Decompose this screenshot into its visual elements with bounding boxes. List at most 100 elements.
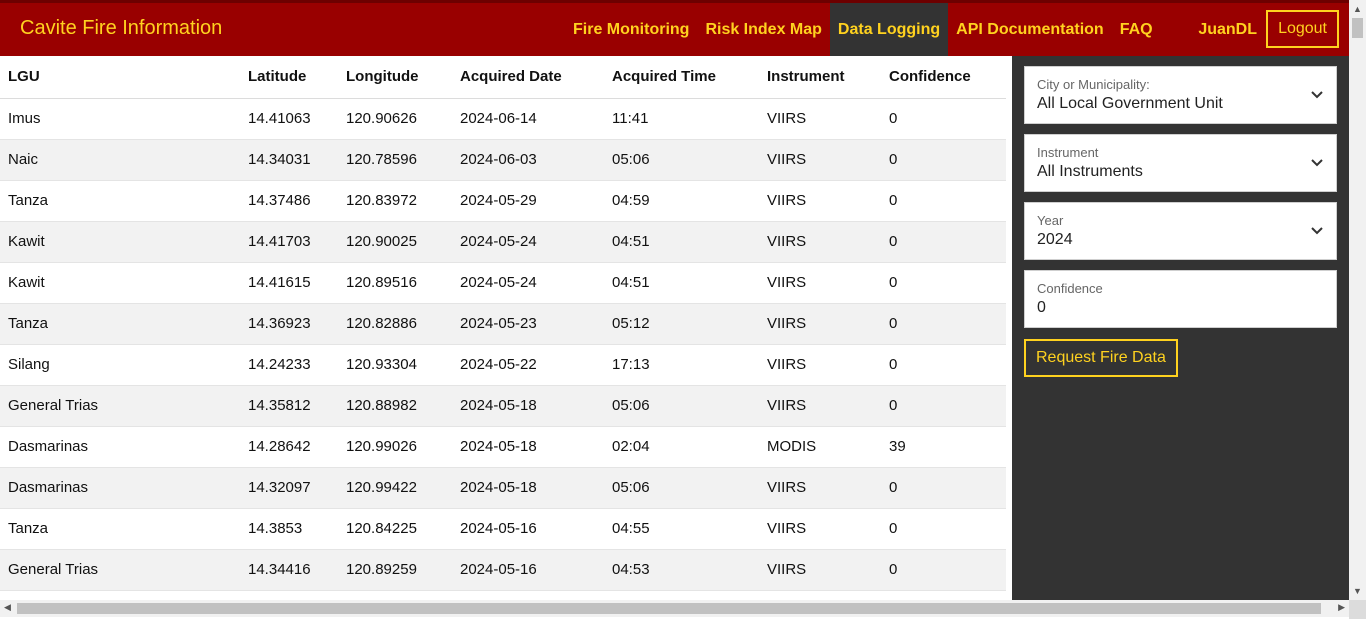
table-row: Kawit 14.41703 120.90025 2024-05-24 04:51 VII…	[0, 221, 1006, 263]
table-row: Dasmarinas 14.28642 120.99026 2024-05-18 02:…	[0, 426, 1006, 468]
cell-instrument: VIIRS	[759, 98, 881, 140]
request-fire-data-button[interactable]: Request Fire Data	[1024, 339, 1178, 377]
cell-lgu: Imus	[0, 98, 240, 140]
cell-latitude: 14.3853	[240, 508, 338, 550]
brand-title[interactable]: Cavite Fire Information	[20, 17, 222, 40]
table-row: Tanza 14.3853 120.84225 2024-05-16 04:55 VIIR…	[0, 508, 1006, 550]
cell-acquired-date: 2024-06-14	[452, 98, 604, 140]
cell-instrument: VIIRS	[759, 221, 881, 263]
cell-lgu: Dasmarinas	[0, 467, 240, 509]
cell-longitude: 120.90626	[338, 98, 452, 140]
cell-instrument: VIIRS	[759, 303, 881, 345]
nav-risk-index-map[interactable]: Risk Index Map	[697, 3, 829, 56]
cell-acquired-date: 2024-06-03	[452, 139, 604, 181]
table-row: General Trias 14.35812 120.88982 2024-05-18…	[0, 385, 1006, 427]
cell-acquired-time: 04:59	[604, 180, 759, 222]
cell-acquired-time: 04:51	[604, 221, 759, 263]
table-row: Naic 14.34031 120.78596 2024-06-03 05:06 VIIR…	[0, 139, 1006, 181]
cell-acquired-time: 05:06	[604, 139, 759, 181]
table-row: General Trias 14.34416 120.89259 2024-05-16…	[0, 549, 1006, 591]
cell-acquired-time: 04:55	[604, 508, 759, 550]
vertical-scrollbar[interactable]: ▲ ▼	[1349, 0, 1366, 600]
cell-acquired-date: 2024-05-18	[452, 426, 604, 468]
logout-button[interactable]: Logout	[1266, 10, 1339, 48]
cell-latitude: 14.41063	[240, 98, 338, 140]
cell-acquired-time: 05:06	[604, 467, 759, 509]
cell-latitude: 14.35812	[240, 385, 338, 427]
nav-data-logging[interactable]: Data Logging	[829, 3, 949, 56]
cell-confidence: 0	[881, 303, 1006, 345]
column-header-longitude: Longitude	[338, 56, 452, 99]
table-row: Imus 14.41063 120.90626 2024-06-14 11:41 VIIR…	[0, 98, 1006, 140]
cell-instrument: VIIRS	[759, 262, 881, 304]
instrument-select[interactable]: Instrument All Instruments	[1024, 134, 1337, 192]
cell-lgu: Kawit	[0, 262, 240, 304]
chevron-down-icon	[1311, 159, 1323, 167]
cell-acquired-date: 2024-05-18	[452, 467, 604, 509]
horizontal-scrollbar[interactable]: ◀ ▶	[0, 600, 1349, 617]
column-header-acquired-time: Acquired Time	[604, 56, 759, 99]
user-name[interactable]: JuanDL	[1198, 3, 1257, 56]
cell-lgu: Tanza	[0, 180, 240, 222]
cell-instrument: VIIRS	[759, 508, 881, 550]
cell-lgu: Tanza	[0, 508, 240, 550]
cell-instrument: VIIRS	[759, 549, 881, 591]
scrollbar-corner	[1349, 600, 1366, 619]
table-row: Silang 14.24233 120.93304 2024-05-22 17:13 VI…	[0, 344, 1006, 386]
confidence-input-label: Confidence	[1037, 281, 1103, 296]
chevron-down-icon	[1311, 91, 1323, 99]
nav-faq[interactable]: FAQ	[1112, 3, 1161, 56]
cell-confidence: 0	[881, 180, 1006, 222]
year-select-value: 2024	[1037, 231, 1073, 248]
cell-acquired-date: 2024-05-23	[452, 303, 604, 345]
table-row: Dasmarinas 14.32097 120.99422 2024-05-18 05:…	[0, 467, 1006, 509]
city-select[interactable]: City or Municipality: All Local Governme…	[1024, 66, 1337, 124]
instrument-select-label: Instrument	[1037, 145, 1099, 160]
cell-latitude: 14.32097	[240, 467, 338, 509]
column-header-lgu: LGU	[0, 56, 240, 99]
cell-longitude: 120.93304	[338, 344, 452, 386]
nav-api-documentation[interactable]: API Documentation	[948, 3, 1112, 56]
table-row: Kawit 14.41615 120.89516 2024-05-24 04:51 VII…	[0, 262, 1006, 304]
cell-longitude: 120.78596	[338, 139, 452, 181]
cell-latitude: 14.34031	[240, 139, 338, 181]
cell-confidence: 0	[881, 344, 1006, 386]
confidence-input-value[interactable]: 0	[1037, 299, 1046, 317]
table-body: Imus 14.41063 120.90626 2024-06-14 11:41 VIIR…	[0, 98, 1006, 591]
table-header-row: LGU Latitude Longitude Acquired Date Acq…	[0, 56, 1006, 99]
cell-lgu: General Trias	[0, 385, 240, 427]
cell-confidence: 0	[881, 98, 1006, 140]
horizontal-scroll-thumb[interactable]	[17, 603, 1321, 614]
filter-sidebar: City or Municipality: All Local Governme…	[1012, 56, 1349, 600]
cell-latitude: 14.34416	[240, 549, 338, 591]
cell-latitude: 14.24233	[240, 344, 338, 386]
cell-acquired-date: 2024-05-24	[452, 262, 604, 304]
table-row: Tanza 14.36923 120.82886 2024-05-23 05:12 VII…	[0, 303, 1006, 345]
scroll-up-icon[interactable]: ▲	[1353, 4, 1362, 14]
year-select[interactable]: Year 2024	[1024, 202, 1337, 260]
cell-lgu: Naic	[0, 139, 240, 181]
vertical-scroll-thumb[interactable]	[1352, 18, 1363, 38]
cell-lgu: Dasmarinas	[0, 426, 240, 468]
cell-acquired-time: 05:06	[604, 385, 759, 427]
nav-fire-monitoring[interactable]: Fire Monitoring	[565, 3, 697, 56]
cell-acquired-date: 2024-05-22	[452, 344, 604, 386]
cell-instrument: VIIRS	[759, 344, 881, 386]
cell-confidence: 0	[881, 221, 1006, 263]
confidence-input[interactable]: Confidence 0	[1024, 270, 1337, 328]
scroll-left-icon[interactable]: ◀	[4, 602, 11, 613]
cell-latitude: 14.41703	[240, 221, 338, 263]
cell-confidence: 0	[881, 549, 1006, 591]
cell-confidence: 0	[881, 262, 1006, 304]
scroll-right-icon[interactable]: ▶	[1338, 602, 1345, 613]
cell-instrument: VIIRS	[759, 467, 881, 509]
cell-acquired-time: 17:13	[604, 344, 759, 386]
cell-longitude: 120.90025	[338, 221, 452, 263]
cell-acquired-date: 2024-05-16	[452, 508, 604, 550]
cell-acquired-time: 04:51	[604, 262, 759, 304]
cell-acquired-time: 05:12	[604, 303, 759, 345]
fire-data-table: LGU Latitude Longitude Acquired Date Acq…	[0, 56, 1006, 591]
year-select-label: Year	[1037, 213, 1064, 228]
scroll-down-icon[interactable]: ▼	[1353, 586, 1362, 596]
cell-lgu: General Trias	[0, 549, 240, 591]
